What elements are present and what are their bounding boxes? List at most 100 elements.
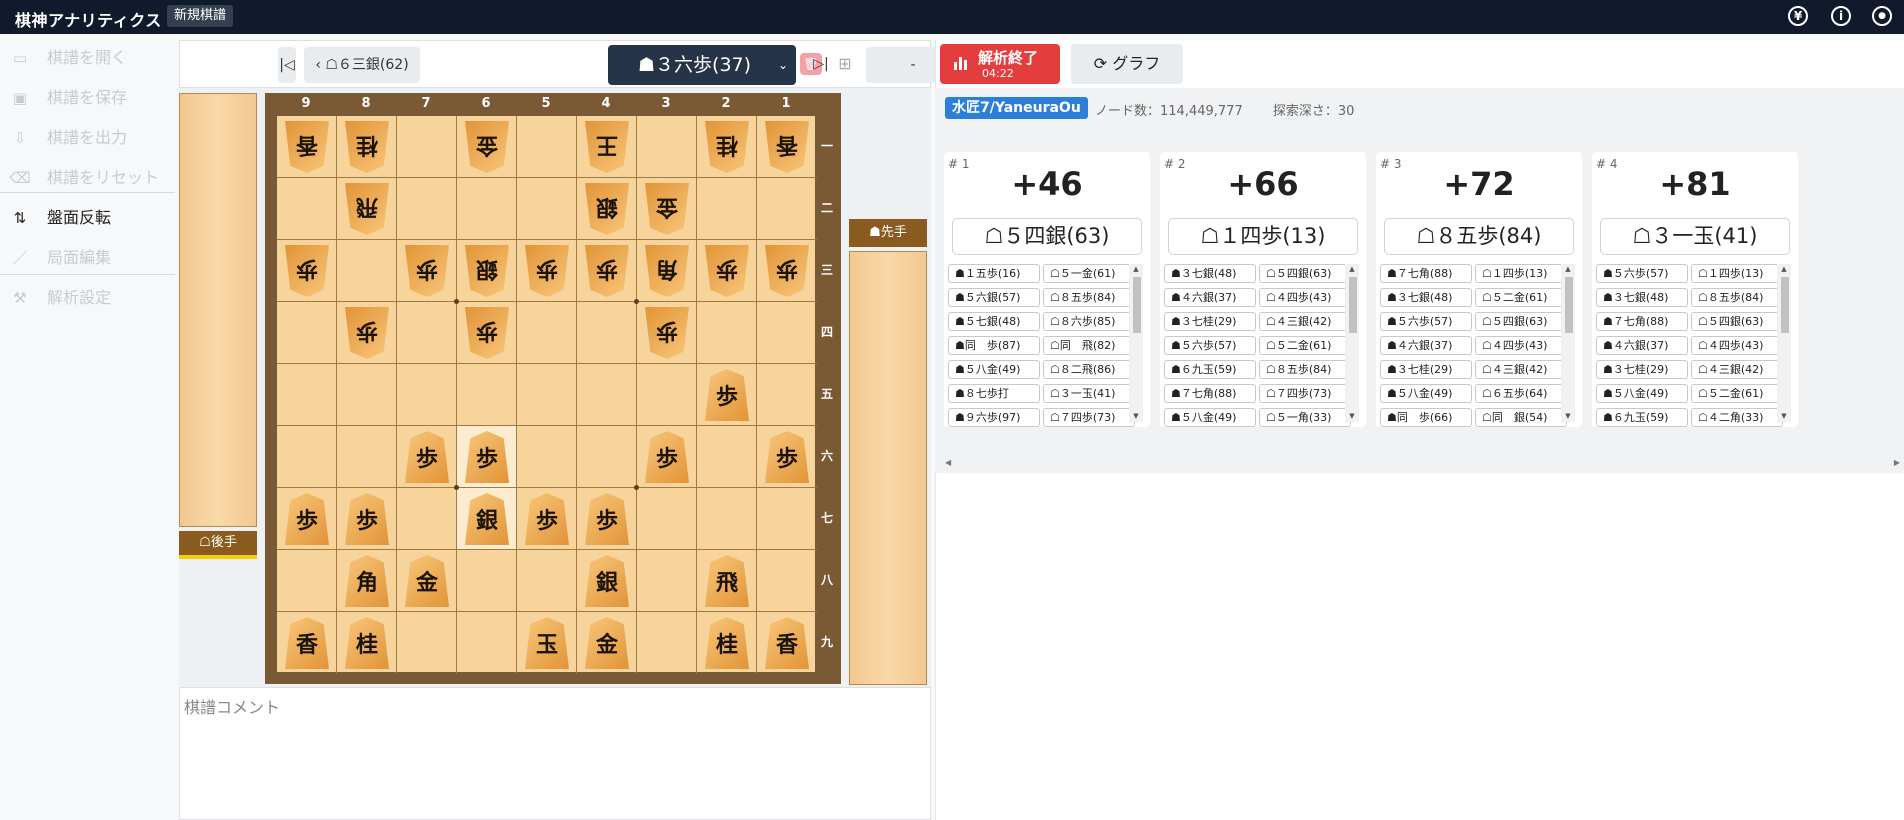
board-square[interactable] (397, 612, 457, 674)
gote-piece[interactable]: 金 (645, 183, 689, 235)
sidebar-item-3[interactable]: ⇩ 棋譜を出力 (0, 118, 175, 158)
pv-move-chip[interactable]: ☖４三銀(42) (1475, 360, 1567, 379)
pv-move-chip[interactable]: ☗５六歩(57) (1164, 336, 1256, 355)
board-square[interactable] (457, 612, 517, 674)
pv-move-chip[interactable]: ☗４六銀(37) (1596, 336, 1688, 355)
pv-move-chip[interactable]: ☗９六歩(97) (948, 408, 1040, 427)
board-square[interactable] (637, 364, 697, 426)
gote-piece[interactable]: 飛 (345, 183, 389, 235)
shogi-board[interactable]: 香桂金王桂香飛銀金歩歩銀歩歩角歩歩歩歩歩歩歩歩歩歩歩歩銀歩歩角金銀飛香桂玉金桂香 (276, 115, 817, 674)
sente-piece[interactable]: 金 (585, 617, 629, 669)
board-square[interactable] (397, 364, 457, 426)
scroll-up-icon[interactable]: ▲ (1131, 265, 1141, 273)
pv-move-chip[interactable]: ☗３七桂(29) (1380, 360, 1472, 379)
board-square[interactable] (697, 302, 757, 364)
gote-piece[interactable]: 角 (645, 245, 689, 297)
scroll-up-icon[interactable]: ▲ (1347, 265, 1357, 273)
pv-move-chip[interactable]: ☗５八金(49) (1380, 384, 1472, 403)
gote-piece[interactable]: 歩 (645, 307, 689, 359)
sente-piece[interactable]: 歩 (585, 493, 629, 545)
sente-piece[interactable]: 飛 (705, 555, 749, 607)
board-square[interactable] (577, 364, 637, 426)
pv-move-chip[interactable]: ☖１四歩(13) (1691, 264, 1783, 283)
board-square[interactable] (277, 302, 337, 364)
pv-move-chip[interactable]: ☗４六銀(37) (1164, 288, 1256, 307)
board-square[interactable] (697, 178, 757, 240)
sente-piece[interactable]: 歩 (465, 431, 509, 483)
sente-piece[interactable]: 桂 (705, 617, 749, 669)
pv-move-chip[interactable]: ☖５二金(61) (1475, 288, 1567, 307)
board-square[interactable] (637, 612, 697, 674)
pv-move-chip[interactable]: ☖７四歩(73) (1043, 408, 1135, 427)
pv-move-chip[interactable]: ☖８五歩(84) (1043, 288, 1135, 307)
scroll-down-icon[interactable]: ▼ (1563, 412, 1573, 420)
pv-move-chip[interactable]: ☖同 銀(54) (1475, 408, 1567, 427)
gote-piece[interactable]: 歩 (705, 245, 749, 297)
info-icon[interactable]: i (1831, 6, 1851, 26)
gote-piece[interactable]: 歩 (525, 245, 569, 297)
pv-move-chip[interactable]: ☗５六歩(57) (1380, 312, 1472, 331)
pv-move-chip[interactable]: ☖５二金(61) (1259, 336, 1351, 355)
board-square[interactable] (577, 302, 637, 364)
pv-move-chip[interactable]: ☗６九玉(59) (1164, 360, 1256, 379)
board-square[interactable] (397, 116, 457, 178)
add-branch-button[interactable]: ⊞ (834, 53, 856, 75)
board-square[interactable] (757, 364, 817, 426)
sente-piece[interactable]: 歩 (405, 431, 449, 483)
sidebar-item-5[interactable]: ⇅ 盤面反転 (0, 198, 175, 238)
board-square[interactable] (517, 426, 577, 488)
gote-piece[interactable]: 桂 (705, 121, 749, 173)
gote-piece[interactable]: 歩 (465, 307, 509, 359)
gote-piece[interactable]: 銀 (465, 245, 509, 297)
board-square[interactable] (277, 550, 337, 612)
scroll-down-icon[interactable]: ▼ (1347, 412, 1357, 420)
board-square[interactable] (457, 178, 517, 240)
prev-move-button[interactable]: ‹ ☖６三銀(62) (304, 47, 420, 83)
pv-move-chip[interactable]: ☗７七角(88) (1380, 264, 1472, 283)
board-square[interactable] (397, 302, 457, 364)
sidebar-item-7[interactable]: ⚒ 解析設定 (0, 278, 175, 318)
pv-move-chip[interactable]: ☖５四銀(63) (1259, 264, 1351, 283)
game-tag[interactable]: 新規棋譜 (167, 5, 234, 27)
pv-move-chip[interactable]: ☗３七桂(29) (1596, 360, 1688, 379)
board-square[interactable] (517, 550, 577, 612)
sente-piece[interactable]: 歩 (765, 431, 809, 483)
board-square[interactable] (517, 302, 577, 364)
first-move-button[interactable]: |◁ (278, 47, 296, 83)
pv-move-chip[interactable]: ☖８五歩(84) (1691, 288, 1783, 307)
gote-piece[interactable]: 歩 (345, 307, 389, 359)
board-square[interactable] (397, 178, 457, 240)
gote-piece[interactable]: 歩 (585, 245, 629, 297)
pv-move-chip[interactable]: ☖６五歩(64) (1475, 384, 1567, 403)
board-square[interactable] (637, 488, 697, 550)
pv-move-chip[interactable]: ☖３一玉(41) (1043, 384, 1135, 403)
sente-piece[interactable]: 銀 (465, 493, 509, 545)
pv-scroll-thumb[interactable] (1349, 277, 1357, 333)
board-square[interactable] (637, 550, 697, 612)
pv-move-chip[interactable]: ☗３七銀(48) (1164, 264, 1256, 283)
pv-move-chip[interactable]: ☖４四歩(43) (1691, 336, 1783, 355)
pv-move-chip[interactable]: ☗５六銀(57) (948, 288, 1040, 307)
gote-piece[interactable]: 香 (285, 121, 329, 173)
best-move-button[interactable]: ☖１四歩(13) (1168, 218, 1358, 255)
yen-icon[interactable]: ¥ (1788, 6, 1808, 26)
pv-move-chip[interactable]: ☗５七銀(48) (948, 312, 1040, 331)
pv-move-chip[interactable]: ☗３七銀(48) (1380, 288, 1472, 307)
user-icon[interactable]: ● (1872, 6, 1892, 26)
board-square[interactable] (277, 426, 337, 488)
gote-piece[interactable]: 金 (465, 121, 509, 173)
sidebar-item-6[interactable]: ／ 局面編集 (0, 238, 175, 278)
pv-move-chip[interactable]: ☗８七歩打 (948, 384, 1040, 403)
pv-move-chip[interactable]: ☖５四銀(63) (1475, 312, 1567, 331)
best-move-button[interactable]: ☖８五歩(84) (1384, 218, 1574, 255)
board-square[interactable] (757, 178, 817, 240)
board-square[interactable] (397, 488, 457, 550)
pv-move-chip[interactable]: ☗４六銀(37) (1380, 336, 1472, 355)
board-square[interactable] (637, 116, 697, 178)
board-square[interactable] (457, 550, 517, 612)
board-square[interactable] (337, 240, 397, 302)
best-move-button[interactable]: ☖５四銀(63) (952, 218, 1142, 255)
pv-move-chip[interactable]: ☖８六歩(85) (1043, 312, 1135, 331)
pv-move-chip[interactable]: ☖５一角(33) (1259, 408, 1351, 427)
pv-move-chip[interactable]: ☗３七銀(48) (1596, 288, 1688, 307)
